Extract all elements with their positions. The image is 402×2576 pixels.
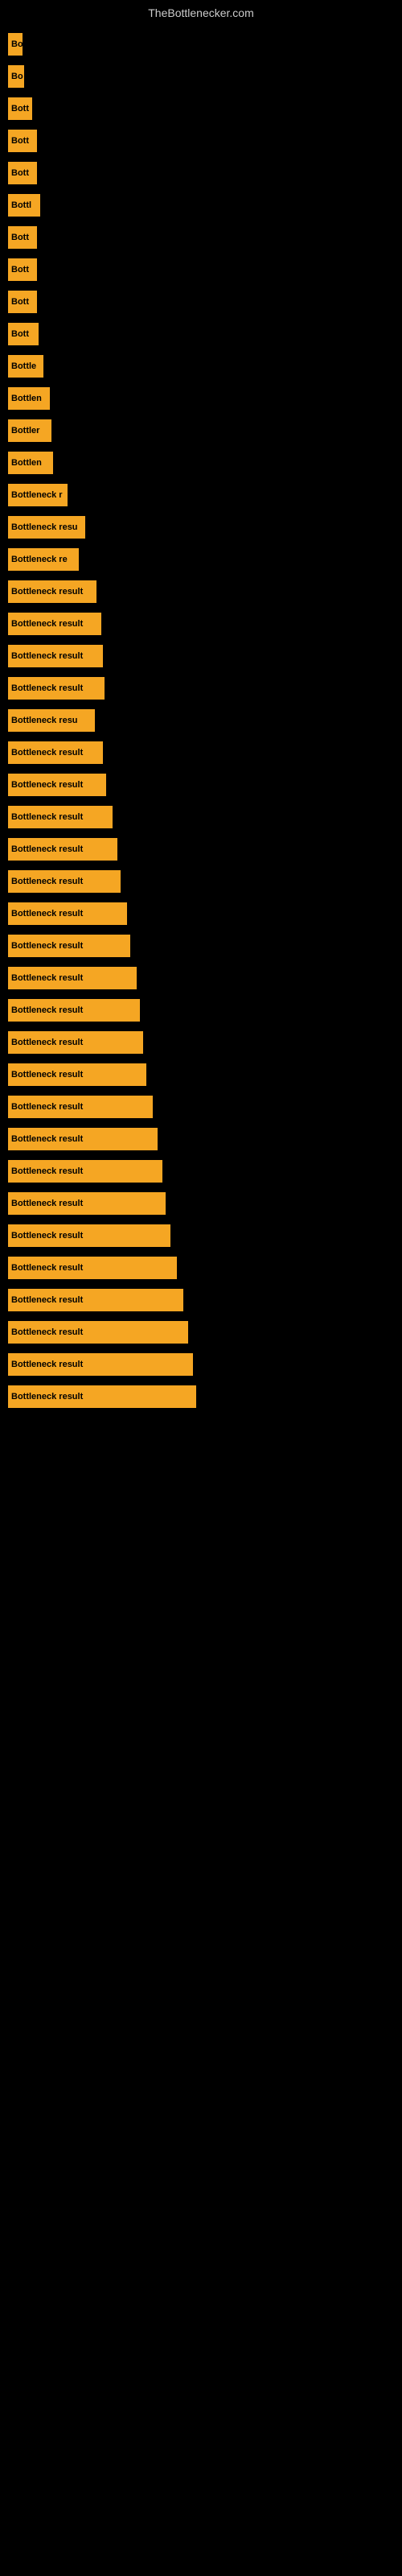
bar-label: Bottleneck result xyxy=(8,613,101,635)
bar-item: Bottleneck result xyxy=(8,739,394,766)
bar-label: Bott xyxy=(8,162,37,184)
bar-item: Bottleneck result xyxy=(8,1061,394,1088)
bar-item: Bottleneck result xyxy=(8,868,394,895)
bar-item: Bottleneck result xyxy=(8,1254,394,1282)
bar-label: Bottleneck result xyxy=(8,870,121,893)
bar-item: Bottleneck result xyxy=(8,803,394,831)
bar-label: Bottleneck result xyxy=(8,741,103,764)
bar-label: Bottleneck result xyxy=(8,645,103,667)
site-title: TheBottlenecker.com xyxy=(0,0,402,23)
bar-item: Bottleneck r xyxy=(8,481,394,509)
bar-item: Bottleneck result xyxy=(8,997,394,1024)
bar-item: Bott xyxy=(8,95,394,122)
bar-label: Bottleneck result xyxy=(8,1321,188,1344)
bar-item: Bottleneck result xyxy=(8,932,394,960)
bar-label: Bottleneck resu xyxy=(8,516,85,539)
bar-item: Bottleneck result xyxy=(8,1093,394,1121)
bar-item: Bott xyxy=(8,127,394,155)
bar-item: Bott xyxy=(8,159,394,187)
bar-label: Bottleneck result xyxy=(8,1385,196,1408)
bar-label: Bottleneck result xyxy=(8,838,117,861)
bar-label: Bo xyxy=(8,33,23,56)
bar-label: Bottlen xyxy=(8,452,53,474)
bar-label: Bott xyxy=(8,97,32,120)
bar-item: Bottlen xyxy=(8,385,394,412)
bar-label: Bottleneck result xyxy=(8,1224,170,1247)
bar-item: Bottleneck result xyxy=(8,1222,394,1249)
bar-item: Bott xyxy=(8,288,394,316)
bar-item: Bottleneck result xyxy=(8,1029,394,1056)
bar-label: Bottleneck result xyxy=(8,1257,177,1279)
bar-label: Bottleneck result xyxy=(8,806,113,828)
bar-label: Bottl xyxy=(8,194,40,217)
bar-item: Bott xyxy=(8,256,394,283)
bar-label: Bottleneck result xyxy=(8,1192,166,1215)
bar-item: Bott xyxy=(8,320,394,348)
bar-label: Bottleneck r xyxy=(8,484,68,506)
bar-label: Bottleneck resu xyxy=(8,709,95,732)
bar-item: Bottleneck result xyxy=(8,1383,394,1410)
bar-item: Bottleneck result xyxy=(8,1351,394,1378)
bar-label: Bottleneck result xyxy=(8,774,106,796)
bar-item: Bottleneck result xyxy=(8,1319,394,1346)
bar-label: Bottleneck result xyxy=(8,1128,158,1150)
bar-item: Bott xyxy=(8,224,394,251)
bar-label: Bottleneck result xyxy=(8,935,130,957)
bar-item: Bo xyxy=(8,63,394,90)
bar-item: Bottleneck result xyxy=(8,771,394,799)
bar-label: Bottleneck result xyxy=(8,1031,143,1054)
bar-label: Bo xyxy=(8,65,24,88)
bar-item: Bottleneck result xyxy=(8,836,394,863)
bar-item: Bo xyxy=(8,31,394,58)
bar-label: Bottleneck result xyxy=(8,677,105,700)
bar-label: Bottleneck result xyxy=(8,1160,162,1183)
bar-item: Bottler xyxy=(8,417,394,444)
bar-label: Bottler xyxy=(8,419,51,442)
bar-label: Bott xyxy=(8,323,39,345)
bar-label: Bottleneck result xyxy=(8,999,140,1022)
bar-label: Bottleneck re xyxy=(8,548,79,571)
bar-label: Bottleneck result xyxy=(8,1353,193,1376)
bar-item: Bottleneck result xyxy=(8,578,394,605)
bar-label: Bott xyxy=(8,226,37,249)
bar-item: Bottlen xyxy=(8,449,394,477)
bar-label: Bott xyxy=(8,258,37,281)
bar-label: Bott xyxy=(8,130,37,152)
bar-item: Bottleneck resu xyxy=(8,707,394,734)
bar-item: Bottleneck result xyxy=(8,1286,394,1314)
bar-label: Bottleneck result xyxy=(8,967,137,989)
bar-item: Bottleneck result xyxy=(8,1158,394,1185)
bar-label: Bottlen xyxy=(8,387,50,410)
bar-label: Bott xyxy=(8,291,37,313)
bar-item: Bottleneck result xyxy=(8,1125,394,1153)
bar-label: Bottleneck result xyxy=(8,902,127,925)
bar-label: Bottle xyxy=(8,355,43,378)
bar-label: Bottleneck result xyxy=(8,1289,183,1311)
bar-item: Bottleneck resu xyxy=(8,514,394,541)
bar-item: Bottleneck result xyxy=(8,900,394,927)
bar-item: Bottl xyxy=(8,192,394,219)
bar-item: Bottleneck result xyxy=(8,1190,394,1217)
bar-item: Bottleneck result xyxy=(8,675,394,702)
bar-item: Bottleneck result xyxy=(8,610,394,638)
bar-item: Bottleneck re xyxy=(8,546,394,573)
bar-label: Bottleneck result xyxy=(8,1096,153,1118)
bar-label: Bottleneck result xyxy=(8,1063,146,1086)
bar-item: Bottle xyxy=(8,353,394,380)
bar-item: Bottleneck result xyxy=(8,964,394,992)
bar-label: Bottleneck result xyxy=(8,580,96,603)
bar-item: Bottleneck result xyxy=(8,642,394,670)
